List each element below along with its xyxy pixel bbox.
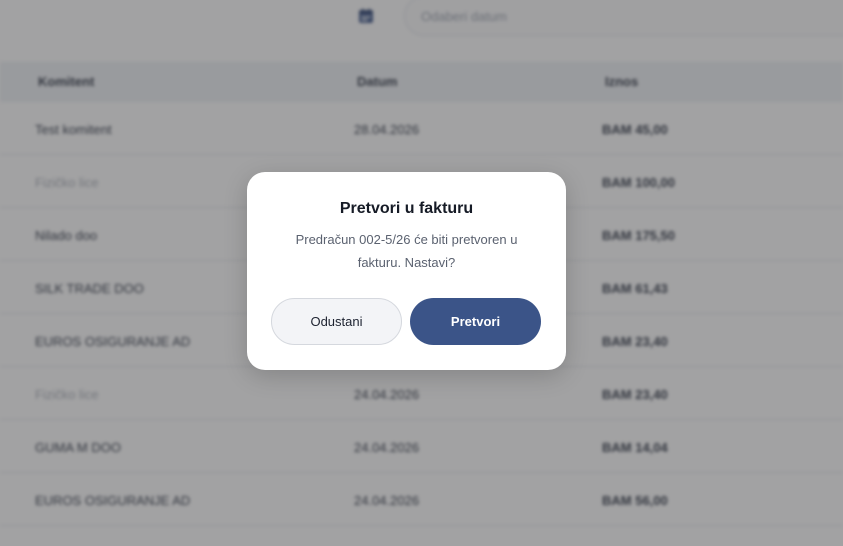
app-page: Odaberi datum Komitent Datum Iznos Test … <box>0 0 843 546</box>
convert-button[interactable]: Pretvori <box>410 298 541 345</box>
cancel-button[interactable]: Odustani <box>271 298 402 345</box>
dialog-title: Pretvori u fakturu <box>339 200 474 217</box>
dialog-message: Predračun 002-5/26 će biti pretvoren u f… <box>295 232 518 270</box>
convert-invoice-dialog: Pretvori u fakturu Predračun 002-5/26 će… <box>247 172 566 370</box>
